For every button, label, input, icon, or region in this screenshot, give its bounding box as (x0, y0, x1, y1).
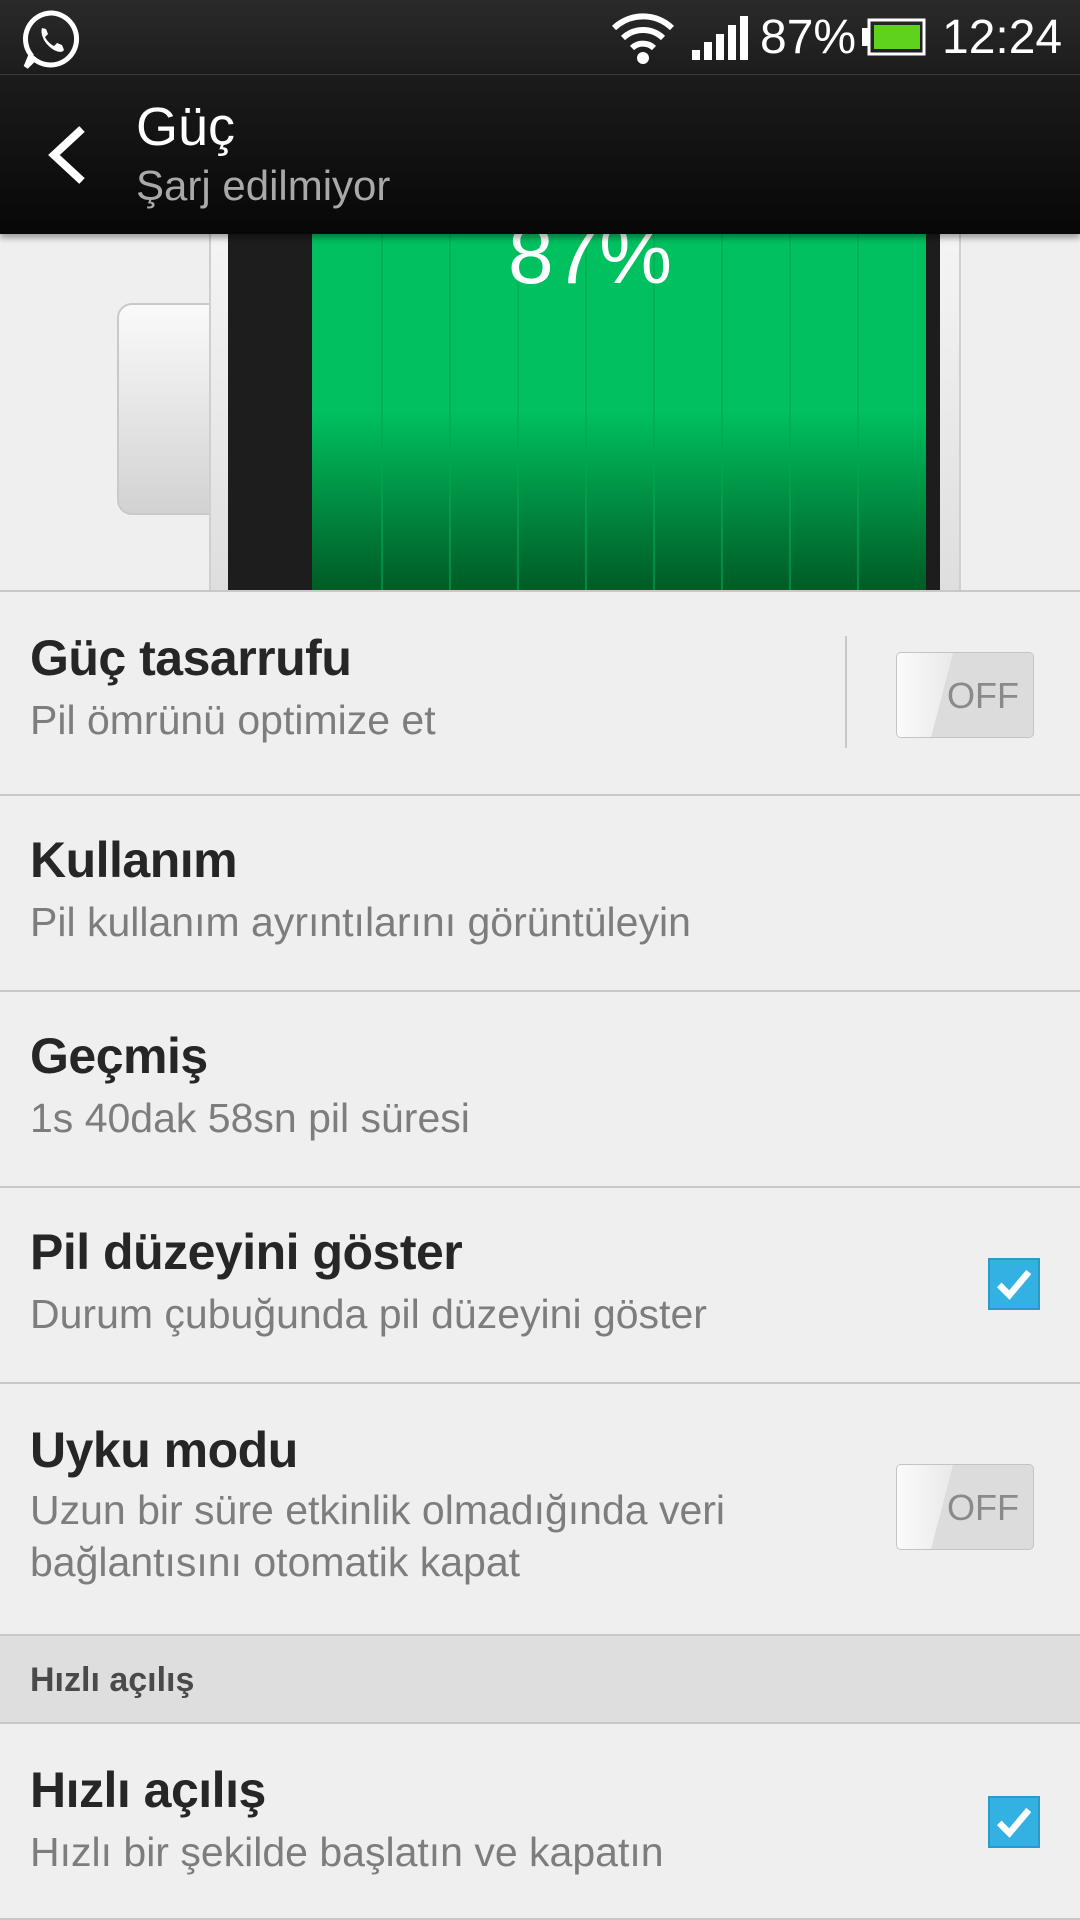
setting-title: Güç tasarrufu (30, 630, 352, 686)
setting-usage[interactable]: Kullanım Pil kullanım ayrıntılarını görü… (0, 796, 1080, 990)
battery-icon (862, 18, 926, 56)
setting-title: Uyku modu (30, 1422, 298, 1478)
setting-subtitle-line2: bağlantısını otomatik kapat (30, 1539, 521, 1585)
setting-subtitle-line1: Uzun bir süre etkinlik olmadığında veri (30, 1487, 726, 1533)
battery-percent-label: 87% (507, 234, 673, 301)
back-icon[interactable] (30, 115, 110, 195)
setting-title: Kullanım (30, 832, 238, 888)
setting-subtitle: Pil ömrünü optimize et (30, 697, 436, 743)
setting-subtitle: 1s 40dak 58sn pil süresi (30, 1095, 470, 1141)
power-saver-toggle[interactable]: OFF (896, 652, 1034, 738)
battery-graphic: 87% (0, 234, 1080, 590)
setting-title: Pil düzeyini göster (30, 1224, 463, 1280)
clock: 12:24 (942, 11, 1063, 64)
setting-history[interactable]: Geçmiş 1s 40dak 58sn pil süresi (0, 992, 1080, 1186)
setting-power-saver[interactable]: Güç tasarrufu Pil ömrünü optimize et OFF (0, 592, 1080, 794)
wifi-icon (611, 13, 675, 64)
status-bar: 87% 12:24 (0, 0, 1080, 74)
setting-subtitle: Durum çubuğunda pil düzeyini göster (30, 1291, 707, 1337)
page-title: Güç (136, 97, 236, 157)
action-bar: Güç Şarj edilmiyor (0, 74, 1080, 234)
setting-subtitle: Hızlı bir şekilde başlatın ve kapatın (30, 1829, 664, 1875)
setting-subtitle: Pil kullanım ayrıntılarını görüntüleyin (30, 899, 691, 945)
toggle-knob (897, 1465, 953, 1549)
whatsapp-icon (22, 10, 80, 69)
section-header-fast-boot: Hızlı açılış (0, 1636, 1080, 1724)
show-battery-level-checkbox[interactable] (988, 1258, 1040, 1310)
page-subtitle: Şarj edilmiyor (136, 162, 391, 209)
setting-show-battery-level[interactable]: Pil düzeyini göster Durum çubuğunda pil … (0, 1188, 1080, 1382)
setting-fast-boot[interactable]: Hızlı açılış Hızlı bir şekilde başlatın … (0, 1724, 1080, 1918)
battery-percent-text: 87% (760, 11, 857, 64)
setting-title: Geçmiş (30, 1028, 208, 1084)
toggle-knob (897, 653, 953, 737)
setting-sleep-mode[interactable]: Uyku modu Uzun bir süre etkinlik olmadığ… (0, 1384, 1080, 1634)
section-header-label: Hızlı açılış (30, 1661, 195, 1699)
sleep-mode-toggle[interactable]: OFF (896, 1464, 1034, 1550)
vertical-separator (845, 636, 847, 748)
toggle-label: OFF (947, 675, 1019, 716)
setting-title: Hızlı açılış (30, 1762, 266, 1818)
signal-icon (692, 16, 748, 60)
fast-boot-checkbox[interactable] (988, 1796, 1040, 1848)
toggle-label: OFF (947, 1487, 1019, 1528)
